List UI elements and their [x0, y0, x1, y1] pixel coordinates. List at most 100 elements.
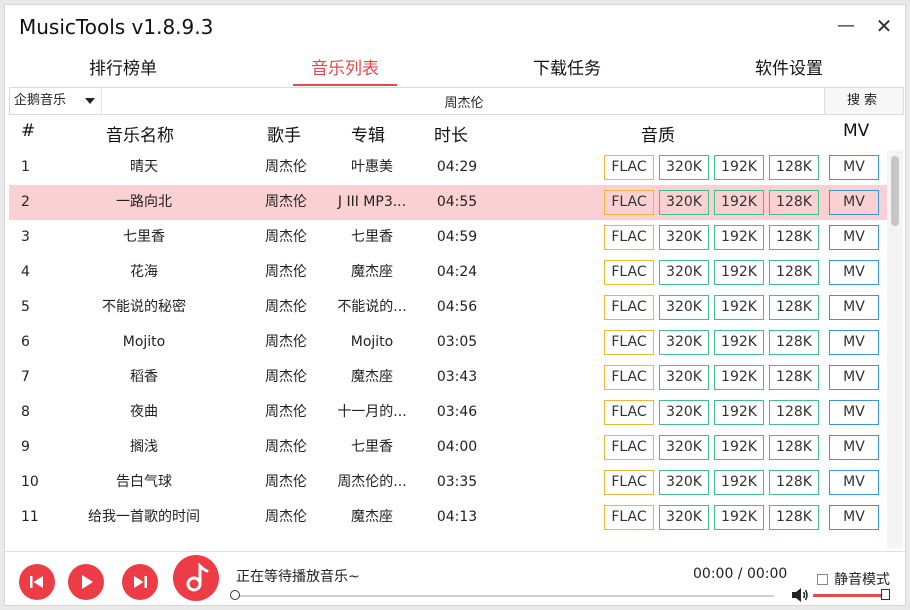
mv-button[interactable]: MV: [829, 295, 879, 320]
quality-320k-button[interactable]: 320K: [659, 190, 709, 215]
seek-bar[interactable]: [230, 590, 774, 600]
quality-128k-button[interactable]: 128K: [769, 470, 819, 495]
tab-music-list[interactable]: 音乐列表: [293, 55, 397, 86]
quality-192k-button[interactable]: 192K: [714, 260, 764, 285]
list-scrollbar[interactable]: [887, 150, 903, 548]
quality-192k-button[interactable]: 192K: [714, 330, 764, 355]
scrollbar-thumb[interactable]: [891, 156, 899, 226]
song-duration: 04:00: [436, 439, 478, 455]
quality-128k-button[interactable]: 128K: [769, 295, 819, 320]
mv-button[interactable]: MV: [829, 260, 879, 285]
song-row[interactable]: 2 一路向北 周杰伦 J III MP3... 04:55 FLAC 320K 192K 128…: [9, 185, 887, 220]
mv-button[interactable]: MV: [829, 505, 879, 530]
mv-button[interactable]: MV: [829, 330, 879, 355]
quality-320k-button[interactable]: 320K: [659, 505, 709, 530]
volume-icon[interactable]: [791, 587, 809, 603]
quality-128k-button[interactable]: 128K: [769, 400, 819, 425]
source-select[interactable]: 企鹅音乐: [10, 88, 102, 114]
quality-192k-button[interactable]: 192K: [714, 295, 764, 320]
quality-128k-button[interactable]: 128K: [769, 155, 819, 180]
mute-label: 静音模式: [834, 572, 890, 588]
flac-button[interactable]: FLAC: [604, 470, 654, 495]
song-row[interactable]: 5 不能说的秘密 周杰伦 不能说的... 04:56 FLAC 320K 192K 128K MV: [9, 290, 887, 325]
quality-320k-button[interactable]: 320K: [659, 225, 709, 250]
flac-button[interactable]: FLAC: [604, 435, 654, 460]
flac-button[interactable]: FLAC: [604, 505, 654, 530]
close-button[interactable]: ✕: [869, 13, 899, 39]
quality-192k-button[interactable]: 192K: [714, 400, 764, 425]
song-row[interactable]: 4 花海 周杰伦 魔杰座 04:24 FLAC 320K 192K 128K MV: [9, 255, 887, 290]
search-input[interactable]: [103, 88, 825, 114]
quality-320k-button[interactable]: 320K: [659, 470, 709, 495]
seek-handle[interactable]: [230, 590, 240, 600]
quality-320k-button[interactable]: 320K: [659, 365, 709, 390]
app-window: MusicTools v1.8.9.3 — ✕ 排行榜单 音乐列表 下载任务 软…: [4, 4, 906, 606]
skip-previous-icon: [30, 576, 43, 588]
quality-128k-button[interactable]: 128K: [769, 260, 819, 285]
flac-button[interactable]: FLAC: [604, 365, 654, 390]
quality-128k-button[interactable]: 128K: [769, 330, 819, 355]
quality-192k-button[interactable]: 192K: [714, 435, 764, 460]
quality-128k-button[interactable]: 128K: [769, 365, 819, 390]
song-row[interactable]: 8 夜曲 周杰伦 十一月的... 03:46 FLAC 320K 192K 128K MV: [9, 395, 887, 430]
quality-320k-button[interactable]: 320K: [659, 330, 709, 355]
volume-handle[interactable]: [881, 589, 890, 600]
song-row[interactable]: 1 晴天 周杰伦 叶惠美 04:29 FLAC 320K 192K 128K MV: [9, 150, 887, 185]
quality-192k-button[interactable]: 192K: [714, 225, 764, 250]
quality-192k-button[interactable]: 192K: [714, 505, 764, 530]
play-icon: [82, 575, 93, 589]
tab-charts[interactable]: 排行榜单: [71, 55, 175, 85]
quality-320k-button[interactable]: 320K: [659, 400, 709, 425]
tab-settings[interactable]: 软件设置: [737, 55, 841, 85]
flac-button[interactable]: FLAC: [604, 330, 654, 355]
flac-button[interactable]: FLAC: [604, 295, 654, 320]
flac-button[interactable]: FLAC: [604, 400, 654, 425]
header-duration: 时长: [434, 126, 468, 146]
quality-128k-button[interactable]: 128K: [769, 225, 819, 250]
mv-button[interactable]: MV: [829, 435, 879, 460]
mv-button[interactable]: MV: [829, 400, 879, 425]
song-row[interactable]: 7 稻香 周杰伦 魔杰座 03:43 FLAC 320K 192K 128K MV: [9, 360, 887, 395]
song-index: 8: [21, 404, 30, 420]
previous-button[interactable]: [19, 564, 55, 600]
quality-192k-button[interactable]: 192K: [714, 470, 764, 495]
flac-button[interactable]: FLAC: [604, 260, 654, 285]
chevron-down-icon: [85, 98, 95, 104]
music-note-icon: [173, 555, 219, 601]
song-row[interactable]: 3 七里香 周杰伦 七里香 04:59 FLAC 320K 192K 128K MV: [9, 220, 887, 255]
next-button[interactable]: [122, 564, 158, 600]
mv-button[interactable]: MV: [829, 190, 879, 215]
quality-128k-button[interactable]: 128K: [769, 190, 819, 215]
mv-button[interactable]: MV: [829, 225, 879, 250]
quality-128k-button[interactable]: 128K: [769, 435, 819, 460]
flac-button[interactable]: FLAC: [604, 155, 654, 180]
song-row[interactable]: 11 给我一首歌的时间 周杰伦 魔杰座 04:13 FLAC 320K 192K 128K MV: [9, 500, 887, 535]
play-button[interactable]: [68, 564, 104, 600]
mv-button[interactable]: MV: [829, 155, 879, 180]
main-tabs: 排行榜单 音乐列表 下载任务 软件设置: [5, 55, 905, 87]
quality-192k-button[interactable]: 192K: [714, 155, 764, 180]
song-artist: 周杰伦: [265, 194, 307, 210]
quality-320k-button[interactable]: 320K: [659, 295, 709, 320]
quality-320k-button[interactable]: 320K: [659, 155, 709, 180]
minimize-button[interactable]: —: [831, 13, 861, 39]
volume-slider[interactable]: [813, 594, 885, 597]
mute-checkbox[interactable]: 静音模式: [817, 569, 890, 589]
mv-button[interactable]: MV: [829, 365, 879, 390]
quality-320k-button[interactable]: 320K: [659, 435, 709, 460]
quality-192k-button[interactable]: 192K: [714, 190, 764, 215]
search-button[interactable]: 搜索: [824, 88, 903, 114]
tab-downloads[interactable]: 下载任务: [515, 55, 619, 85]
quality-192k-button[interactable]: 192K: [714, 365, 764, 390]
song-artist: 周杰伦: [265, 439, 307, 455]
quality-320k-button[interactable]: 320K: [659, 260, 709, 285]
song-row[interactable]: 6 Mojito 周杰伦 Mojito 03:05 FLAC 320K 192K 128K MV: [9, 325, 887, 360]
flac-button[interactable]: FLAC: [604, 190, 654, 215]
song-row[interactable]: 10 告白气球 周杰伦 周杰伦的... 03:35 FLAC 320K 192K 128K MV: [9, 465, 887, 500]
song-album: 叶惠美: [351, 159, 393, 175]
flac-button[interactable]: FLAC: [604, 225, 654, 250]
quality-128k-button[interactable]: 128K: [769, 505, 819, 530]
song-row[interactable]: 9 搁浅 周杰伦 七里香 04:00 FLAC 320K 192K 128K MV: [9, 430, 887, 465]
song-duration: 04:55: [436, 194, 478, 210]
mv-button[interactable]: MV: [829, 470, 879, 495]
